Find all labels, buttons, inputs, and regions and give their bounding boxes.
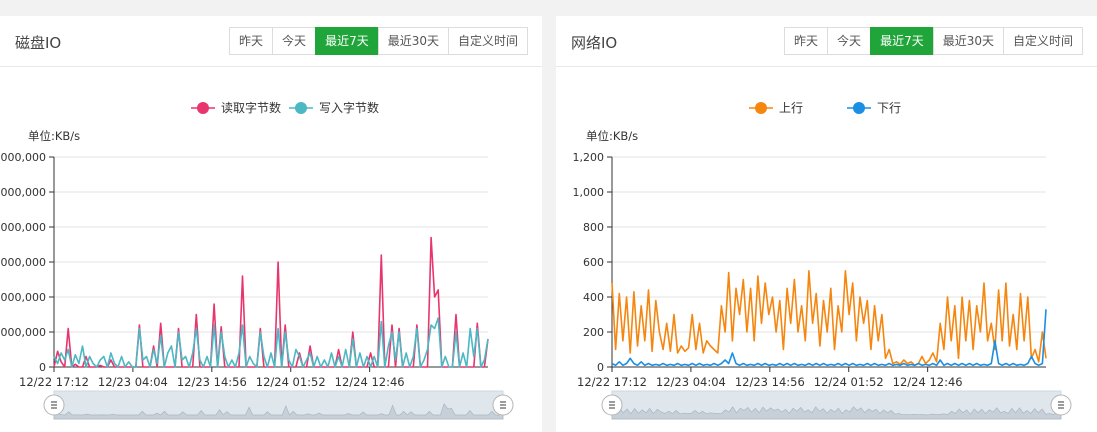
x-tick-label: 12/24 01:52 — [256, 375, 326, 389]
x-tick-label: 12/23 04:04 — [656, 375, 726, 389]
time-range-buttons: 昨天 今天 最近7天 最近30天 自定义时间 — [784, 27, 1083, 55]
x-tick-label: 12/24 01:52 — [814, 375, 884, 389]
zoom-handle-left[interactable] — [601, 394, 623, 416]
last-30-days-button[interactable]: 最近30天 — [932, 27, 1004, 55]
x-tick-label: 12/23 14:56 — [735, 375, 805, 389]
panel-title: 磁盘IO — [15, 34, 62, 52]
y-tick-label: 3,000,000 — [0, 256, 46, 269]
zoom-handle-left[interactable] — [43, 394, 65, 416]
y-tick-label: 400 — [583, 291, 604, 304]
disk-io-header: 磁盘IO 昨天 今天 最近7天 最近30天 自定义时间 — [0, 16, 542, 67]
y-tick-label: 600 — [583, 256, 604, 269]
zoom-handle-right[interactable] — [1050, 394, 1072, 416]
series-line-0 — [53, 236, 489, 368]
panel-title: 网络IO — [571, 34, 618, 52]
x-tick-label: 12/23 04:04 — [98, 375, 168, 389]
legend-label: 读取字节数 — [221, 100, 281, 115]
y-tick-label: 1,200 — [573, 151, 605, 164]
legend-swatch-dot — [755, 102, 767, 114]
y-tick-label: 6,000,000 — [0, 151, 46, 164]
network-io-panel: 网络IO 昨天 今天 最近7天 最近30天 自定义时间 上行 下行单位:KB/s 0… — [556, 16, 1097, 432]
x-tick-label: 12/22 17:12 — [577, 375, 647, 389]
disk-io-chart: 读取字节数 写入字节数单位:KB/s 0 1,000,000 2,000,000 3,00… — [0, 100, 514, 420]
y-tick-label: 2,000,000 — [0, 291, 46, 304]
yesterday-button[interactable]: 昨天 — [229, 27, 274, 55]
x-tick-label: 12/23 14:56 — [177, 375, 247, 389]
yesterday-button[interactable]: 昨天 — [784, 27, 829, 55]
legend-label: 写入字节数 — [319, 100, 379, 115]
y-tick-label: 5,000,000 — [0, 186, 46, 199]
x-tick-label: 12/24 12:46 — [335, 375, 405, 389]
legend-swatch-dot — [295, 102, 307, 114]
legend-label: 上行 — [779, 101, 803, 115]
series-line-0 — [611, 270, 1047, 367]
x-tick-label: 12/22 17:12 — [19, 375, 89, 389]
last-30-days-button[interactable]: 最近30天 — [377, 27, 449, 55]
series-line-1 — [53, 317, 489, 368]
time-range-buttons: 昨天 今天 最近7天 最近30天 自定义时间 — [229, 27, 528, 55]
legend-label: 下行 — [877, 101, 901, 115]
y-tick-label: 4,000,000 — [0, 221, 46, 234]
y-tick-label: 0 — [597, 361, 604, 374]
zoom-handle-right[interactable] — [492, 394, 514, 416]
disk-io-panel: 磁盘IO 昨天 今天 最近7天 最近30天 自定义时间 读取字节数 写入字节数单位… — [0, 16, 542, 432]
x-tick-label: 12/24 12:46 — [893, 375, 963, 389]
unit-label: 单位:KB/s — [586, 129, 638, 143]
legend-swatch-dot — [197, 102, 209, 114]
custom-time-button[interactable]: 自定义时间 — [447, 27, 528, 55]
y-tick-label: 0 — [39, 361, 46, 374]
network-io-header: 网络IO 昨天 今天 最近7天 最近30天 自定义时间 — [556, 16, 1097, 67]
y-tick-label: 800 — [583, 221, 604, 234]
legend-swatch-dot — [853, 102, 865, 114]
last-7-days-button[interactable]: 最近7天 — [870, 27, 934, 55]
network-io-chart: 上行 下行单位:KB/s 0 200 400 600 800 1,000 1,200 12/22 … — [573, 101, 1072, 420]
y-tick-label: 200 — [583, 326, 604, 339]
y-tick-label: 1,000,000 — [0, 326, 46, 339]
custom-time-button[interactable]: 自定义时间 — [1002, 27, 1083, 55]
today-button[interactable]: 今天 — [827, 27, 872, 55]
today-button[interactable]: 今天 — [272, 27, 317, 55]
top-gap — [0, 0, 1097, 16]
y-tick-label: 1,000 — [573, 186, 605, 199]
last-7-days-button[interactable]: 最近7天 — [315, 27, 379, 55]
unit-label: 单位:KB/s — [28, 129, 80, 143]
